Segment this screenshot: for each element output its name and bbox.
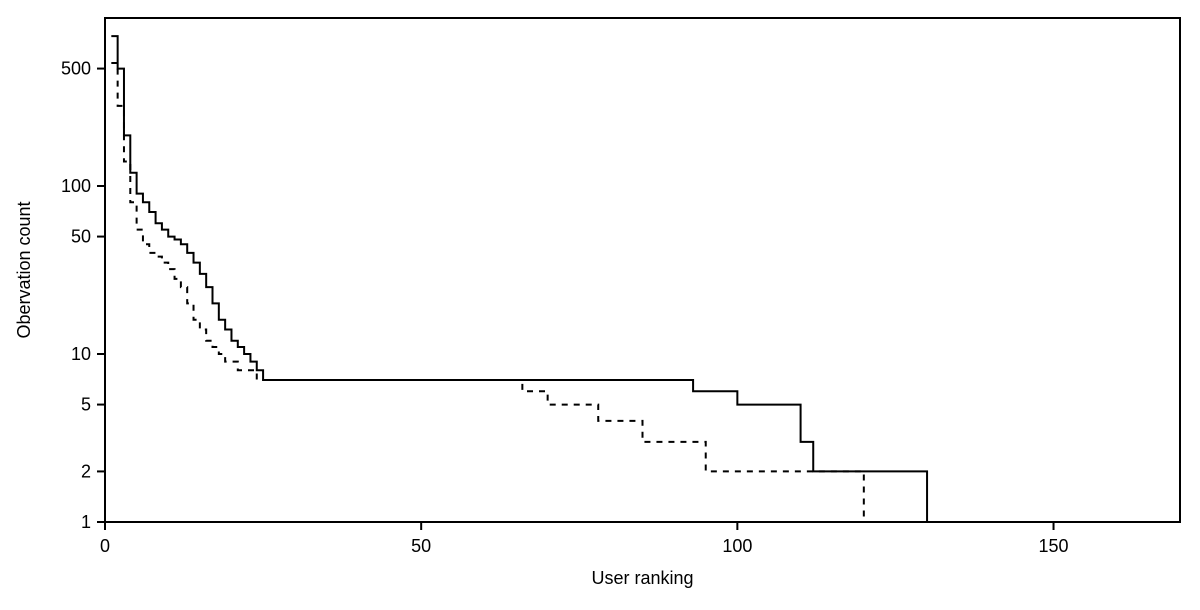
x-tick-label: 0 <box>100 536 110 556</box>
y-tick-label: 100 <box>61 176 91 196</box>
x-tick-label: 50 <box>411 536 431 556</box>
y-tick-label: 2 <box>81 461 91 481</box>
x-tick-label: 150 <box>1039 536 1069 556</box>
y-axis-ticks: 1 2 5 10 50 100 500 <box>61 59 105 532</box>
series-dashed <box>111 63 895 522</box>
y-tick-label: 1 <box>81 512 91 532</box>
chart-svg: 0 50 100 150 1 2 5 10 50 100 500 User ranking Obe… <box>0 0 1200 610</box>
series-solid <box>111 36 1180 522</box>
plot-area-border <box>105 18 1180 522</box>
x-axis-ticks: 0 50 100 150 <box>100 522 1069 556</box>
y-tick-label: 50 <box>71 227 91 247</box>
y-axis-label: Obervation count <box>14 201 34 338</box>
x-axis-label: User ranking <box>591 568 693 588</box>
chart-container: 0 50 100 150 1 2 5 10 50 100 500 User ranking Obe… <box>0 0 1200 610</box>
y-tick-label: 5 <box>81 395 91 415</box>
y-tick-label: 500 <box>61 59 91 79</box>
y-tick-label: 10 <box>71 344 91 364</box>
x-tick-label: 100 <box>722 536 752 556</box>
